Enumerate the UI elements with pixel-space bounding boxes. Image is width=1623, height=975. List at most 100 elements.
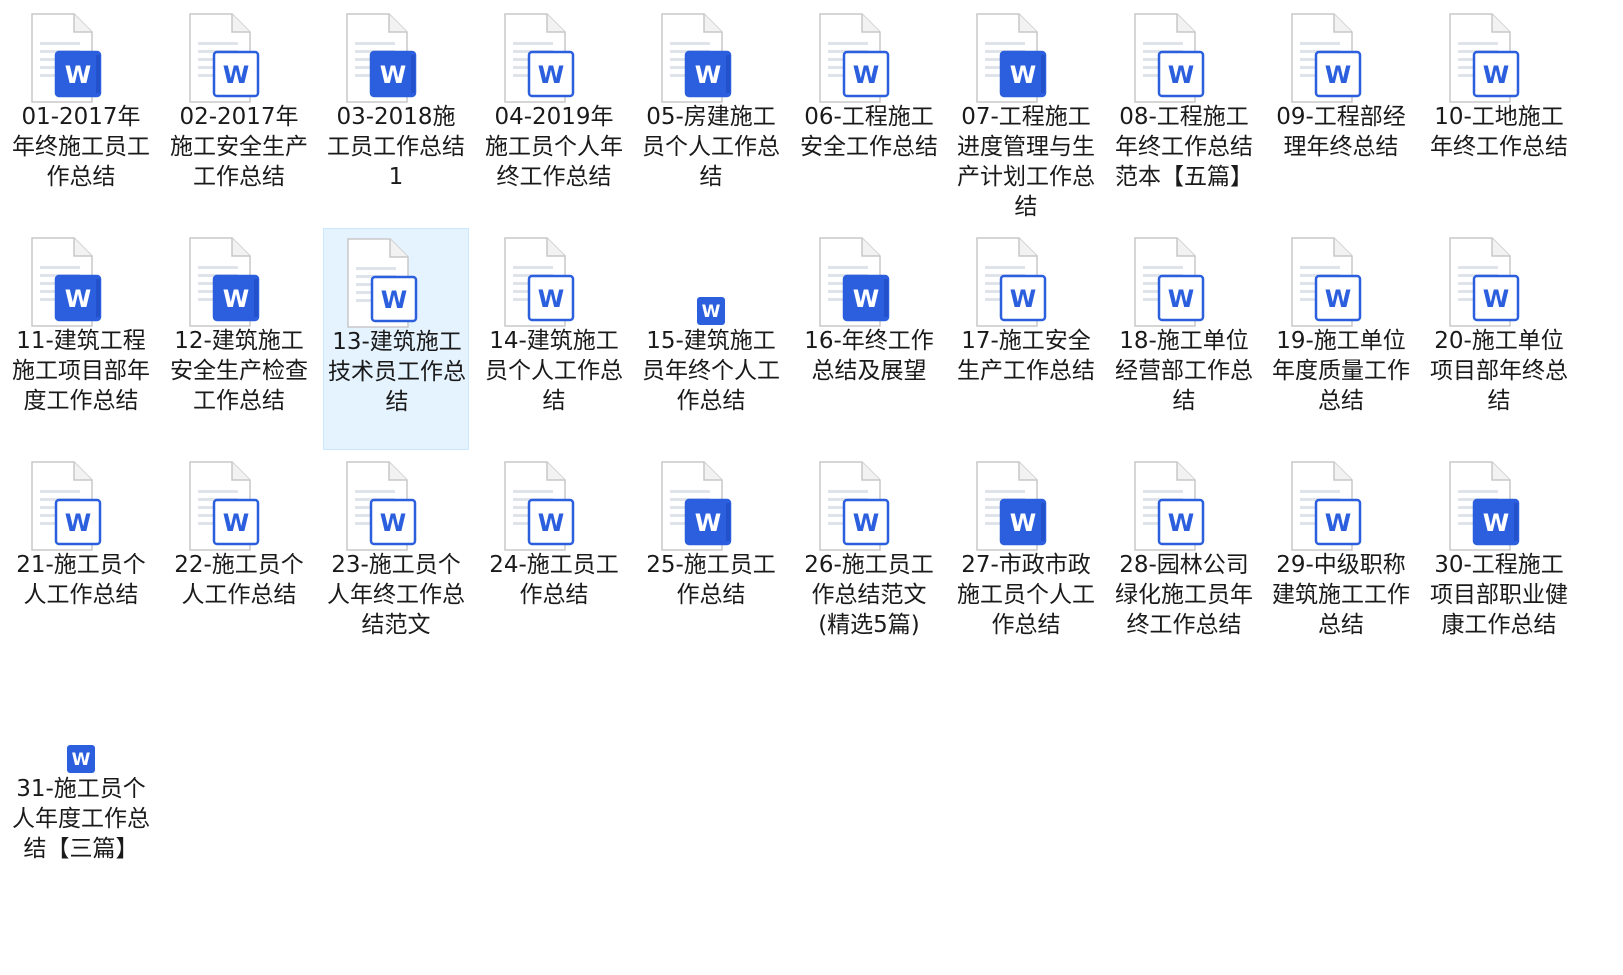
word-document-icon: W (975, 460, 1075, 552)
file-name-label: 18-施工单位经营部工作总结 (1115, 328, 1253, 414)
svg-text:W: W (65, 509, 91, 537)
word-app-icon: W (66, 744, 96, 774)
file-item[interactable]: W 29-中级职称建筑施工工作总结 (1268, 452, 1414, 674)
file-name-label: 25-施工员工作总结 (646, 552, 776, 608)
file-name-label: 15-建筑施工员年终个人工作总结 (642, 328, 780, 414)
word-document-icon: W (1290, 12, 1390, 104)
word-document-icon: W (503, 12, 603, 104)
file-name-label: 04-2019年施工员个人年终工作总结 (485, 104, 623, 190)
word-document-icon: W (818, 12, 918, 104)
file-item[interactable]: W 13-建筑施工技术员工作总结 (323, 228, 469, 450)
file-name-label: 26-施工员工作总结范文(精选5篇) (804, 552, 934, 638)
svg-text:W: W (72, 750, 91, 770)
word-document-icon: W (345, 12, 445, 104)
word-document-icon: W (30, 236, 130, 328)
file-item[interactable]: W 08-工程施工年终工作总结范本【五篇】 (1111, 4, 1257, 226)
word-document-icon: W (975, 12, 1075, 104)
svg-text:W: W (1010, 509, 1036, 537)
file-item[interactable]: W 06-工程施工安全工作总结 (796, 4, 942, 226)
file-name-label: 14-建筑施工员个人工作总结 (485, 328, 623, 414)
file-name-label: 30-工程施工项目部职业健康工作总结 (1430, 552, 1568, 638)
file-name-label: 17-施工安全生产工作总结 (957, 328, 1095, 384)
file-item[interactable]: W 10-工地施工年终工作总结 (1426, 4, 1572, 226)
file-item[interactable]: W 22-施工员个人工作总结 (166, 452, 312, 674)
word-document-icon: W (1448, 236, 1548, 328)
svg-text:W: W (538, 285, 564, 313)
file-item[interactable]: W 21-施工员个人工作总结 (8, 452, 154, 674)
file-name-label: 11-建筑工程施工项目部年度工作总结 (12, 328, 150, 414)
file-item[interactable]: W 30-工程施工项目部职业健康工作总结 (1426, 452, 1572, 674)
file-name-label: 02-2017年施工安全生产工作总结 (170, 104, 308, 190)
file-item[interactable]: W 02-2017年施工安全生产工作总结 (166, 4, 312, 226)
file-item[interactable]: W 27-市政市政施工员个人工作总结 (953, 452, 1099, 674)
svg-text:W: W (1483, 61, 1509, 89)
word-document-icon: W (1448, 12, 1548, 104)
file-item[interactable]: W 23-施工员个人年终工作总结范文 (323, 452, 469, 674)
file-item[interactable]: W 03-2018施工员工作总结1 (323, 4, 469, 226)
file-name-label: 22-施工员个人工作总结 (174, 552, 304, 608)
file-item[interactable]: W 04-2019年施工员个人年终工作总结 (481, 4, 627, 226)
word-document-icon: W (1133, 12, 1233, 104)
file-item[interactable]: W 05-房建施工员个人工作总结 (638, 4, 784, 226)
file-item[interactable]: W 19-施工单位年度质量工作总结 (1268, 228, 1414, 450)
word-document-icon: W (30, 460, 130, 552)
file-name-label: 19-施工单位年度质量工作总结 (1272, 328, 1410, 414)
word-document-icon: W (660, 12, 760, 104)
svg-text:W: W (1010, 61, 1036, 89)
svg-text:W: W (1010, 285, 1036, 313)
svg-text:W: W (380, 509, 406, 537)
file-item[interactable]: W 14-建筑施工员个人工作总结 (481, 228, 627, 450)
svg-text:W: W (65, 285, 91, 313)
file-name-label: 09-工程部经理年终总结 (1276, 104, 1406, 160)
svg-text:W: W (853, 509, 879, 537)
file-item[interactable]: W 09-工程部经理年终总结 (1268, 4, 1414, 226)
file-item[interactable]: W 17-施工安全生产工作总结 (953, 228, 1099, 450)
file-item[interactable]: W 16-年终工作总结及展望 (796, 228, 942, 450)
svg-text:W: W (380, 61, 406, 89)
word-document-icon: W (660, 460, 760, 552)
file-name-label: 01-2017年年终施工员工作总结 (12, 104, 150, 190)
svg-text:W: W (853, 285, 879, 313)
svg-text:W: W (695, 509, 721, 537)
word-app-icon: W (696, 296, 726, 326)
file-item[interactable]: W 24-施工员工作总结 (481, 452, 627, 674)
svg-text:W: W (223, 61, 249, 89)
word-document-icon: W (188, 12, 288, 104)
svg-text:W: W (538, 509, 564, 537)
file-name-label: 21-施工员个人工作总结 (16, 552, 146, 608)
svg-text:W: W (223, 509, 249, 537)
svg-text:W: W (223, 285, 249, 313)
file-name-label: 05-房建施工员个人工作总结 (642, 104, 780, 190)
word-document-icon: W (975, 236, 1075, 328)
file-name-label: 24-施工员工作总结 (489, 552, 619, 608)
file-item[interactable]: W 31-施工员个人年度工作总结【三篇】 (8, 676, 154, 898)
file-name-label: 03-2018施工员工作总结1 (327, 104, 465, 190)
file-item[interactable]: W 20-施工单位项目部年终总结 (1426, 228, 1572, 450)
file-item[interactable]: W 07-工程施工进度管理与生产计划工作总结 (953, 4, 1099, 226)
file-item[interactable]: W 15-建筑施工员年终个人工作总结 (638, 228, 784, 450)
file-item[interactable]: W 01-2017年年终施工员工作总结 (8, 4, 154, 226)
svg-text:W: W (1325, 509, 1351, 537)
file-name-label: 13-建筑施工技术员工作总结 (328, 329, 466, 415)
word-document-icon: W (503, 460, 603, 552)
file-item[interactable]: W 25-施工员工作总结 (638, 452, 784, 674)
file-item[interactable]: W 11-建筑工程施工项目部年度工作总结 (8, 228, 154, 450)
file-name-label: 10-工地施工年终工作总结 (1430, 104, 1568, 160)
svg-text:W: W (702, 302, 721, 322)
word-document-icon: W (1133, 236, 1233, 328)
file-item[interactable]: W 12-建筑施工安全生产检查工作总结 (166, 228, 312, 450)
file-name-label: 20-施工单位项目部年终总结 (1430, 328, 1568, 414)
file-item[interactable]: W 26-施工员工作总结范文(精选5篇) (796, 452, 942, 674)
word-document-icon: W (188, 236, 288, 328)
word-document-icon: W (818, 460, 918, 552)
file-name-label: 23-施工员个人年终工作总结范文 (327, 552, 465, 638)
file-name-label: 12-建筑施工安全生产检查工作总结 (170, 328, 308, 414)
svg-text:W: W (1325, 61, 1351, 89)
file-name-label: 31-施工员个人年度工作总结【三篇】 (12, 776, 150, 862)
svg-text:W: W (1483, 285, 1509, 313)
svg-text:W: W (1325, 285, 1351, 313)
file-name-label: 06-工程施工安全工作总结 (800, 104, 938, 160)
file-item[interactable]: W 18-施工单位经营部工作总结 (1111, 228, 1257, 450)
file-name-label: 27-市政市政施工员个人工作总结 (957, 552, 1095, 638)
file-item[interactable]: W 28-园林公司绿化施工员年终工作总结 (1111, 452, 1257, 674)
